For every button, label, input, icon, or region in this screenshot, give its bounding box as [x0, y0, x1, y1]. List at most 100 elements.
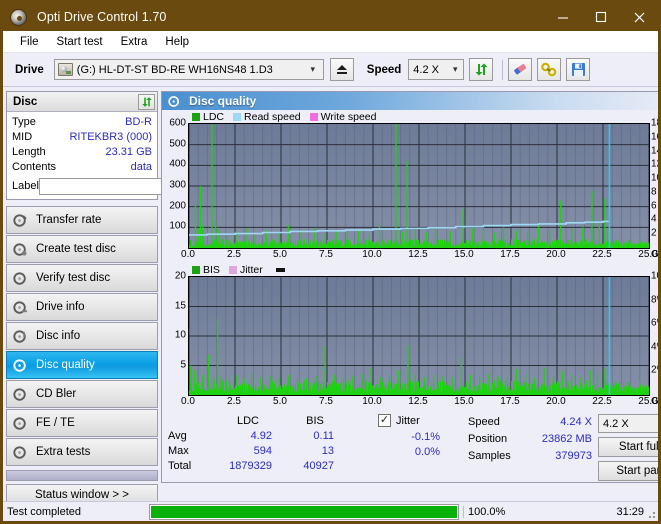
sidebar-item-drive-info[interactable]: Drive info	[6, 293, 158, 321]
disc-info-panel: Disc Type BD-R MID RITEKBR3 (000) Length…	[6, 91, 241, 200]
refresh-icon[interactable]	[138, 93, 155, 110]
legend-label: LDC	[203, 110, 225, 123]
legend-swatch	[192, 265, 200, 274]
jitter-toggle[interactable]: ✓ Jitter	[378, 414, 420, 427]
menu-item-help[interactable]: Help	[156, 34, 198, 50]
results-panel: LDC BIS Avg 4.92 0.11 Max 594 13 Total 1…	[162, 410, 658, 482]
legend-swatch	[228, 265, 237, 274]
chevron-down-icon: ▾	[310, 64, 316, 74]
start-part-button[interactable]: Start part	[598, 461, 658, 481]
maximize-icon[interactable]	[582, 3, 620, 31]
progress-bar-fill	[151, 505, 457, 518]
window-title: Opti Drive Control 1.70	[37, 10, 167, 24]
test-speed-value: 4.2 X	[603, 417, 629, 430]
menu-item-extra[interactable]: Extra	[112, 34, 157, 50]
sidebar-item-transfer-rate[interactable]: Transfer rate	[6, 206, 158, 234]
legend-swatch	[233, 112, 242, 121]
y2-tick-label: 4 X	[651, 213, 658, 225]
save-icon[interactable]	[566, 58, 591, 81]
disc-row-mid: MID RITEKBR3 (000)	[12, 130, 152, 145]
eject-button[interactable]	[329, 58, 354, 81]
drive-select[interactable]: (G:) HL-DT-ST BD-RE WH16NS48 1.D3 ▾	[53, 59, 324, 80]
jitter-avg: -0.1%	[411, 431, 440, 443]
y2-tick-label: 16 X	[651, 131, 658, 143]
results-corner	[168, 414, 212, 429]
results-cell-ldc: 1879329	[229, 460, 272, 472]
x-tick-label: 0.0	[181, 249, 195, 260]
disc-row-value: 23.31 GB	[105, 146, 152, 158]
eraser-icon[interactable]	[508, 58, 533, 81]
x-tick-label: 10.0	[362, 396, 382, 407]
sidebar-item-disc-quality[interactable]: Disc quality	[6, 351, 158, 379]
status-text: Test completed	[7, 505, 81, 518]
refresh-icon[interactable]	[469, 58, 494, 81]
sidebar-item-disc-info[interactable]: Disc info	[6, 322, 158, 350]
test-speed-select[interactable]: 4.2 X ▾	[598, 414, 658, 433]
x-axis-unit: GB	[651, 396, 659, 407]
results-cell-bis: 0.11	[313, 430, 334, 442]
sidebar-item-label: Create test disc	[36, 243, 116, 255]
sidebar-item-label: Transfer rate	[36, 214, 102, 226]
y-tick-label: 500	[169, 138, 186, 150]
sidebar-item-label: FE / TE	[36, 417, 75, 429]
legend-swatch	[192, 112, 200, 121]
legend-item-ldc: LDC	[192, 111, 224, 123]
y2-tick-label: 14 X	[651, 145, 658, 157]
run-info-values: 4.24 X 23862 MB 379973	[524, 414, 598, 482]
disc-icon	[13, 358, 26, 372]
y-tick-label: 20	[174, 270, 186, 282]
disc-panel-title: Disc	[13, 95, 38, 108]
disc-row-key: Type	[12, 116, 36, 128]
sidebar-item-create-test-disc[interactable]: Create test disc	[6, 235, 158, 263]
x-tick-label: 5.0	[273, 249, 287, 260]
y2-tick-label: 10 X	[651, 172, 658, 184]
x-tick-label: 5.0	[273, 396, 287, 407]
tools-icon[interactable]	[537, 58, 562, 81]
drive-toolbar: Drive (G:) HL-DT-ST BD-RE WH16NS48 1.D3 …	[3, 53, 658, 87]
drive-label: Drive	[15, 63, 44, 76]
main-header: Disc quality	[162, 92, 658, 110]
top-chart-legend: LDC Read speed Write speed	[162, 110, 658, 123]
title-bar: Opti Drive Control 1.70	[3, 3, 658, 31]
speed-result-label: Speed	[468, 416, 500, 428]
main-panel: Disc quality LDC Read speed Write speed	[161, 91, 659, 483]
x-tick-label: 2.5	[227, 249, 241, 260]
status-bar: Test completed 100.0% 31:29	[3, 501, 658, 521]
x-tick-label: 7.5	[319, 396, 333, 407]
speed-select[interactable]: 4.2 X ▾	[408, 59, 465, 80]
jitter-max: 0.0%	[414, 446, 440, 458]
menu-item-start-test[interactable]: Start test	[48, 34, 112, 50]
x-tick-label: 15.0	[454, 249, 474, 260]
sidebar-item-fe-te[interactable]: FE / TE	[6, 409, 158, 437]
drive-icon	[57, 63, 73, 76]
x-tick-label: 10.0	[362, 249, 382, 260]
sidebar-item-cd-bler[interactable]: CD Bler	[6, 380, 158, 408]
results-cell-bis: 13	[321, 445, 334, 457]
minimize-icon[interactable]	[544, 3, 582, 31]
chart-canvas	[189, 124, 649, 248]
disc-icon	[13, 387, 26, 401]
x-tick-label: 22.5	[592, 249, 612, 260]
y-tick-label: 300	[169, 179, 186, 191]
sidebar: Disc Type BD-R MID RITEKBR3 (000) Length…	[3, 87, 241, 506]
sidebar-item-verify-test-disc[interactable]: Verify test disc	[6, 264, 158, 292]
y2-tick-label: 8 X	[651, 186, 658, 198]
table-row: Total 1879329 40927	[168, 459, 468, 474]
menu-item-file[interactable]: File	[11, 34, 48, 50]
start-full-button[interactable]: Start full	[598, 437, 658, 457]
close-icon[interactable]	[620, 3, 658, 31]
disc-icon	[13, 242, 27, 256]
run-info-labels: Speed Position Samples	[468, 414, 524, 482]
legend-item-bis: BIS	[192, 264, 220, 276]
bottom-chart-y2-axis: 2% 4% 6% 8% 10%	[650, 271, 658, 396]
nav-list: Transfer rate Create test disc Verify te…	[6, 206, 158, 466]
position-label: Position	[468, 433, 508, 445]
y2-tick-label: 10%	[651, 270, 658, 282]
resize-grip[interactable]	[646, 509, 656, 519]
jitter-checkbox[interactable]: ✓	[378, 414, 391, 427]
sidebar-item-extra-tests[interactable]: Extra tests	[6, 438, 158, 466]
disc-quality-icon	[168, 95, 180, 107]
run-controls: 4.2 X ▾ Start full Start part	[598, 414, 658, 482]
disc-row-value: RITEKBR3 (000)	[69, 131, 152, 143]
disc-row-value: BD-R	[125, 116, 152, 128]
